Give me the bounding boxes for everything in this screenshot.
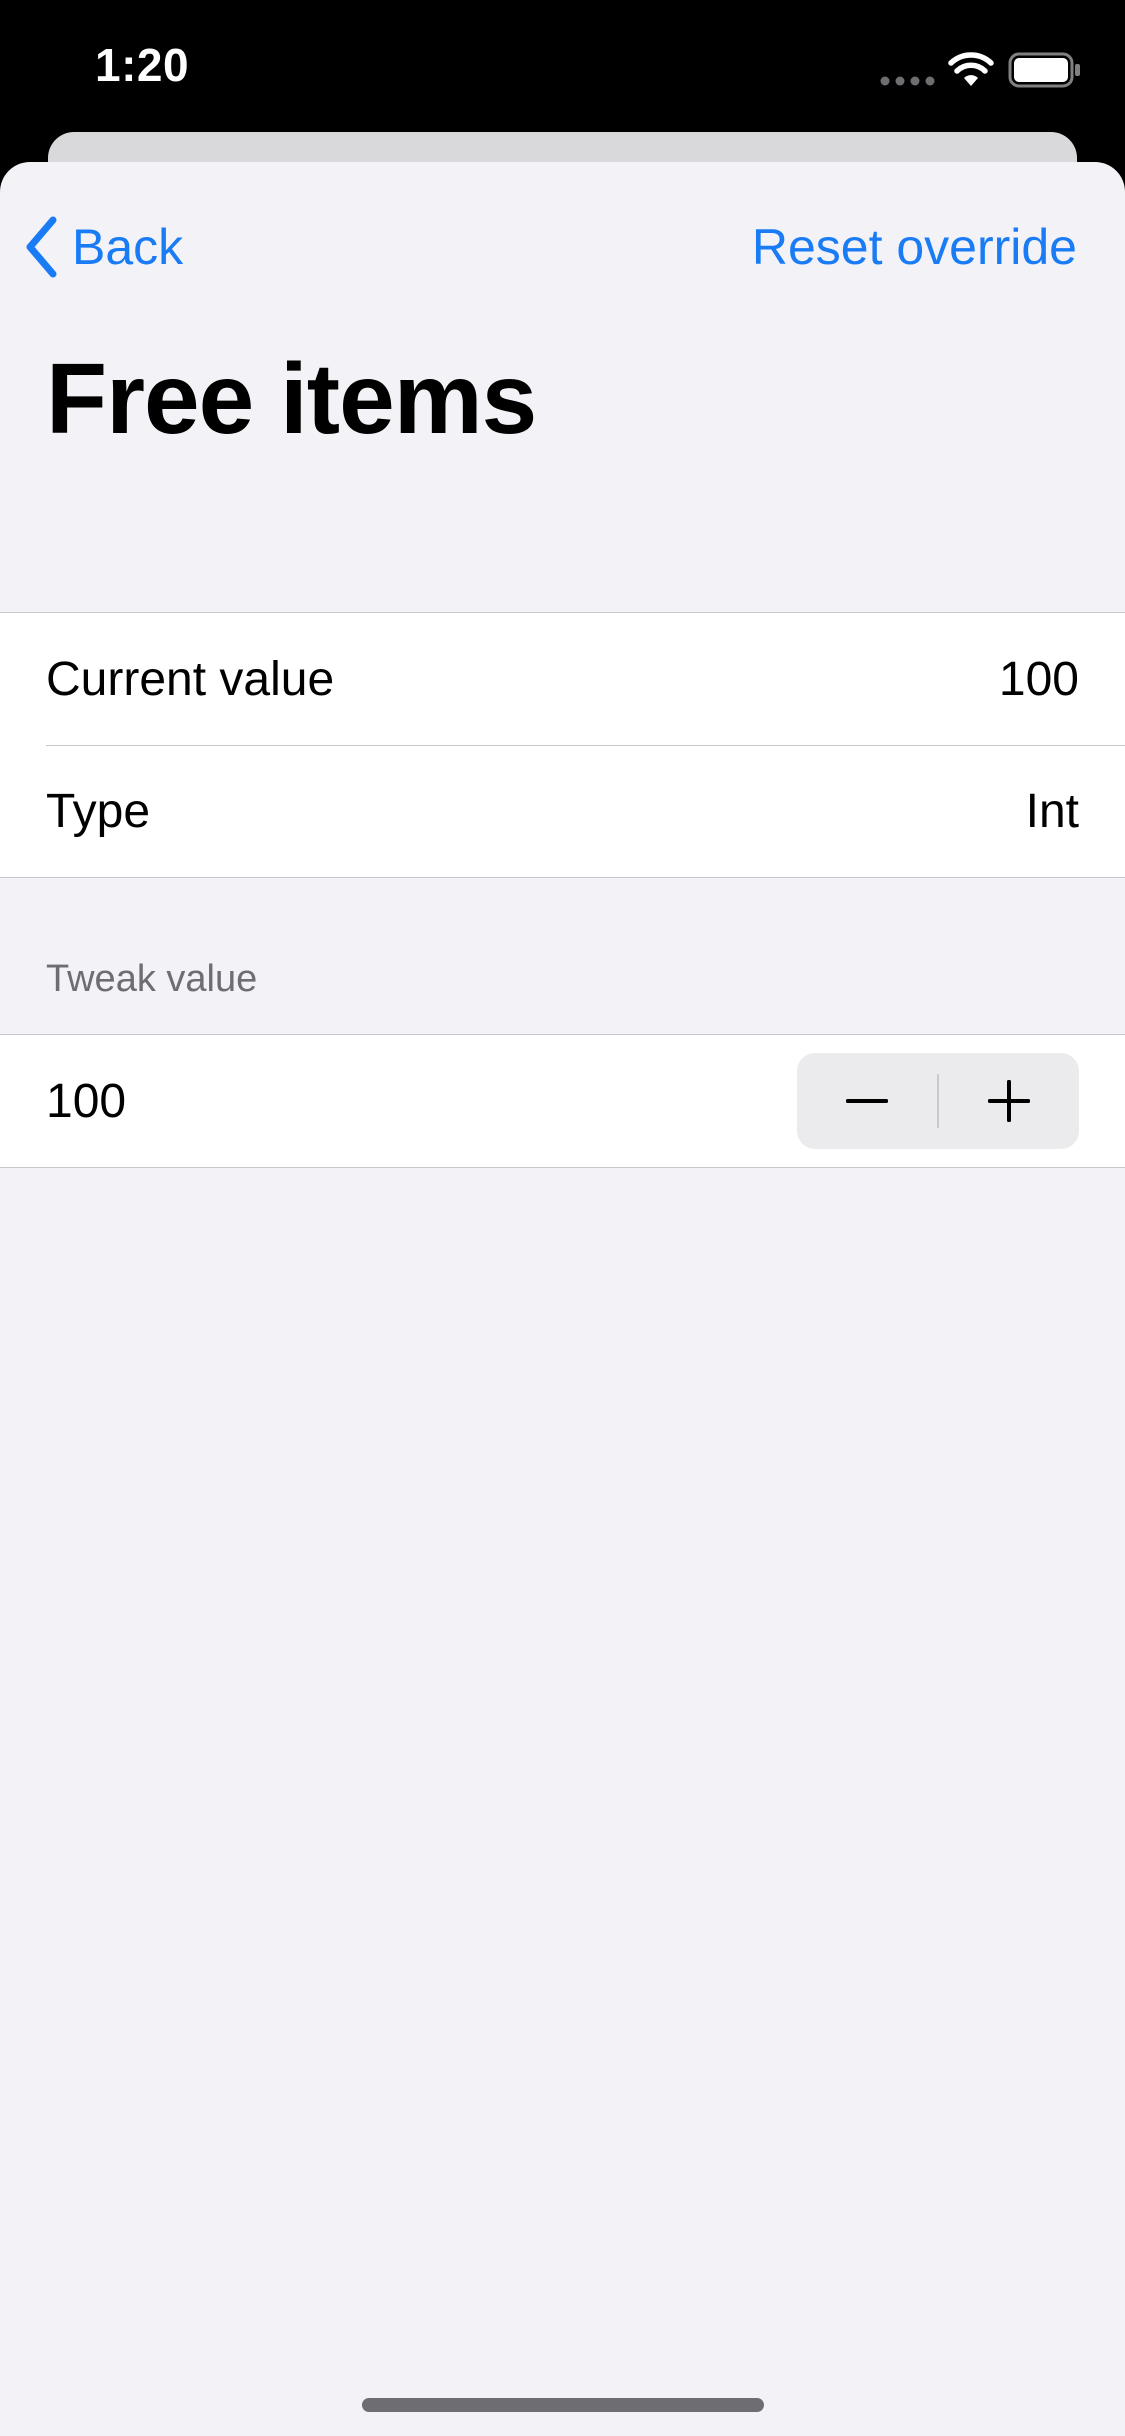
current-value-label: Current value: [46, 652, 335, 706]
plus-icon: [988, 1080, 1030, 1122]
minus-icon: [846, 1099, 888, 1103]
info-group: Current value 100 Type Int: [0, 612, 1125, 878]
increment-button[interactable]: [939, 1053, 1079, 1149]
tweak-group: 100: [0, 1034, 1125, 1168]
status-time: 1:20: [95, 39, 190, 91]
modal-sheet: Back Reset override Free items Current v…: [0, 162, 1125, 2436]
decrement-button[interactable]: [797, 1053, 937, 1149]
tweak-value: 100: [46, 1074, 127, 1128]
value-stepper[interactable]: [797, 1053, 1079, 1149]
status-bar: 1:20: [0, 0, 1125, 135]
type-label: Type: [46, 784, 151, 838]
cellular-signal-icon: [880, 76, 935, 86]
current-value-row: Current value 100: [0, 613, 1125, 745]
back-button-label: Back: [72, 219, 184, 275]
wifi-icon: [948, 52, 994, 86]
current-value: 100: [998, 652, 1079, 706]
battery-icon: [1008, 52, 1080, 88]
type-row: Type Int: [0, 745, 1125, 877]
section-header-tweak-value: Tweak value: [46, 958, 258, 1000]
tweak-value-row: 100: [0, 1035, 1125, 1167]
chevron-left-icon: [26, 216, 57, 278]
type-value: Int: [1025, 784, 1079, 838]
back-button[interactable]: Back: [24, 212, 183, 282]
page-title: Free items: [46, 343, 537, 455]
home-indicator[interactable]: [362, 2398, 764, 2412]
reset-override-button[interactable]: Reset override: [752, 212, 1077, 282]
